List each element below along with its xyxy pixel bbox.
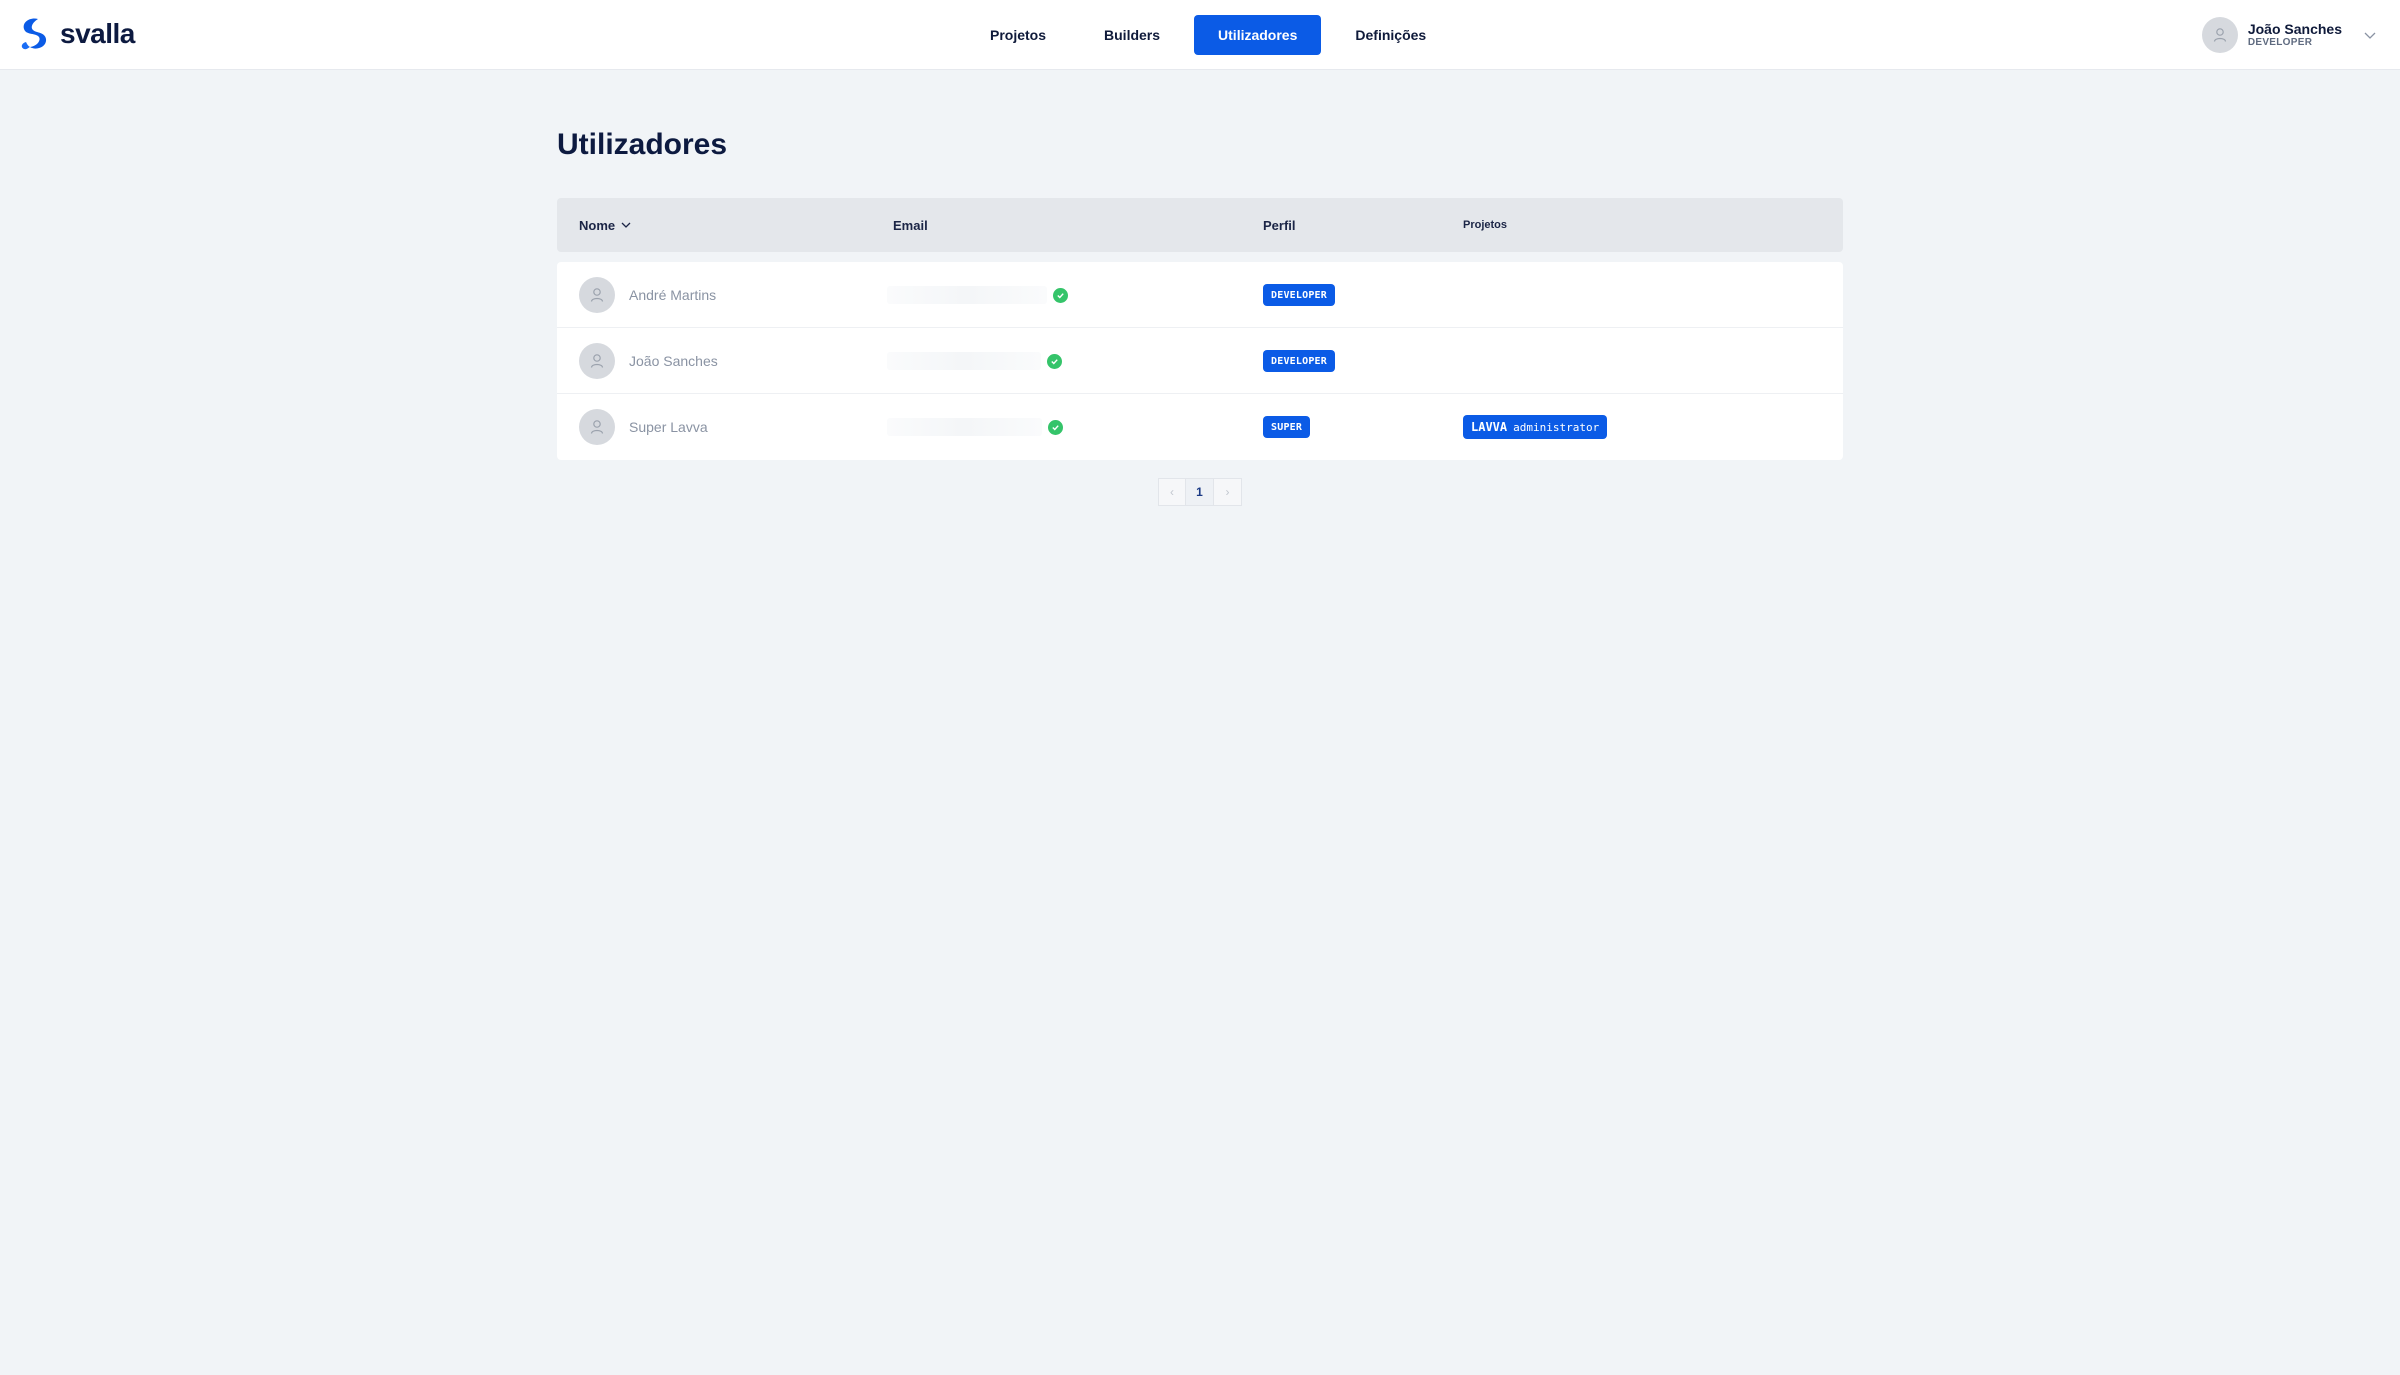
user-icon <box>2213 28 2226 42</box>
nav-item-utilizadores[interactable]: Utilizadores <box>1194 15 1322 55</box>
user-icon <box>590 288 604 302</box>
page-title: Utilizadores <box>557 128 728 161</box>
profile-badge: SUPER <box>1263 416 1311 438</box>
column-header-email: Email <box>893 217 928 233</box>
column-header-profile: Perfil <box>1263 217 1296 233</box>
avatar <box>579 409 615 445</box>
nav-item-projetos[interactable]: Projetos <box>966 15 1070 55</box>
pagination-page-1[interactable]: 1 <box>1186 478 1214 506</box>
verified-check-icon <box>1047 353 1062 369</box>
chevron-down-icon[interactable] <box>2362 27 2378 43</box>
nav-item-definicoes[interactable]: Definições <box>1331 15 1450 55</box>
verified-check-icon <box>1053 287 1068 303</box>
profile-badge: DEVELOPER <box>1263 350 1335 372</box>
user-icon <box>590 354 604 368</box>
verified-check-icon <box>1048 419 1063 435</box>
user-menu[interactable]: João Sanches DEVELOPER <box>2201 16 2378 54</box>
email-value <box>887 418 1042 436</box>
brand-name: svalla <box>60 18 135 49</box>
user-name: João Sanches <box>2247 20 2342 37</box>
avatar <box>579 343 615 379</box>
email-value <box>887 352 1041 370</box>
main-nav: Projetos Builders Utilizadores Definiçõe… <box>966 15 1460 55</box>
user-name: Super Lavva <box>629 419 708 435</box>
email-value <box>887 286 1047 304</box>
table-row[interactable]: Super Lavva SUPER LAVVA administrator <box>557 394 1843 460</box>
brand-logo[interactable]: svalla <box>16 16 135 52</box>
user-role: DEVELOPER <box>2247 37 2313 49</box>
table-row[interactable]: João Sanches DEVELOPER <box>557 328 1843 394</box>
avatar <box>2201 17 2238 53</box>
user-name: André Martins <box>629 287 717 303</box>
nav-item-builders[interactable]: Builders <box>1080 15 1184 55</box>
users-table: André Martins DEVELOPER João Sanches DEV… <box>557 262 1843 460</box>
column-header-name[interactable]: Nome <box>579 198 633 252</box>
project-name: LAVVA <box>1471 420 1508 434</box>
avatar <box>579 277 615 313</box>
profile-badge: DEVELOPER <box>1263 284 1335 306</box>
top-bar: svalla Projetos Builders Utilizadores De… <box>0 0 2400 70</box>
table-header: Nome Email Perfil Projetos <box>557 198 1843 252</box>
svalla-logo-icon <box>21 18 47 50</box>
pagination: ‹ 1 › <box>1158 478 1242 506</box>
column-header-projects: Projetos <box>1463 219 1508 231</box>
pagination-next-button[interactable]: › <box>1214 478 1242 506</box>
sort-chevron-down-icon[interactable] <box>619 218 633 232</box>
user-name: João Sanches <box>629 353 718 369</box>
pagination-prev-button[interactable]: ‹ <box>1158 478 1186 506</box>
project-role: administrator <box>1513 420 1600 434</box>
project-badge[interactable]: LAVVA administrator <box>1463 415 1608 439</box>
user-icon <box>590 420 604 434</box>
table-row[interactable]: André Martins DEVELOPER <box>557 262 1843 328</box>
